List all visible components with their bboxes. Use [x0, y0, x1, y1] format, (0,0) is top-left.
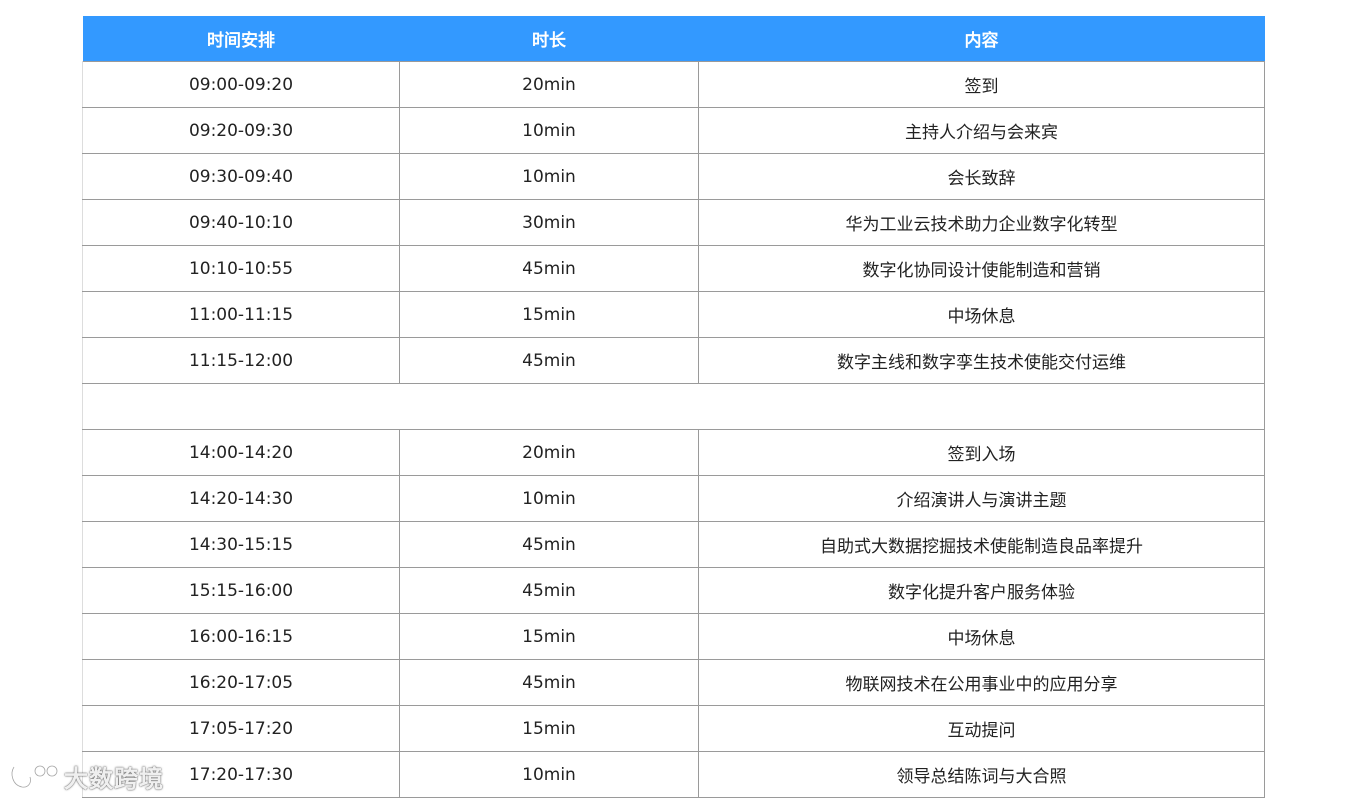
duration-cell: 10min	[399, 107, 699, 154]
table-row: 09:20-09:30 10min 主持人介绍与会来宾	[82, 107, 1265, 154]
schedule-table: 时间安排 时长 内容 09:00-09:20 20min 签到 09:20-09…	[82, 16, 1265, 798]
time-cell: 16:20-17:05	[82, 659, 400, 706]
time-cell: 15:15-16:00	[82, 567, 400, 614]
table-row: 10:10-10:55 45min 数字化协同设计使能制造和营销	[82, 245, 1265, 292]
table-row: 09:30-09:40 10min 会长致辞	[82, 153, 1265, 200]
duration-cell: 15min	[399, 705, 699, 752]
content-cell: 主持人介绍与会来宾	[698, 107, 1265, 154]
content-cell: 会长致辞	[698, 153, 1265, 200]
time-cell: 16:00-16:15	[82, 613, 400, 660]
time-cell: 11:00-11:15	[82, 291, 400, 338]
content-cell: 领导总结陈词与大合照	[698, 751, 1265, 798]
time-cell: 09:30-09:40	[82, 153, 400, 200]
table-row: 16:20-17:05 45min 物联网技术在公用事业中的应用分享	[82, 659, 1265, 706]
content-cell: 华为工业云技术助力企业数字化转型	[698, 199, 1265, 246]
watermark: 大数跨境	[8, 758, 164, 794]
lunch-break-row	[82, 383, 1265, 430]
duration-cell: 20min	[399, 429, 699, 476]
time-cell: 14:30-15:15	[82, 521, 400, 568]
duration-cell: 45min	[399, 659, 699, 706]
table-row: 09:40-10:10 30min 华为工业云技术助力企业数字化转型	[82, 199, 1265, 246]
brand-logo-icon	[10, 763, 59, 789]
content-cell: 物联网技术在公用事业中的应用分享	[698, 659, 1265, 706]
duration-cell: 10min	[399, 751, 699, 798]
time-cell: 09:00-09:20	[82, 61, 400, 108]
content-cell: 签到入场	[698, 429, 1265, 476]
time-cell: 11:15-12:00	[82, 337, 400, 384]
table-row: 17:05-17:20 15min 互动提问	[82, 705, 1265, 752]
time-cell: 14:20-14:30	[82, 475, 400, 522]
duration-cell: 15min	[399, 291, 699, 338]
time-cell: 09:40-10:10	[82, 199, 400, 246]
duration-cell: 10min	[399, 475, 699, 522]
table-row: 14:30-15:15 45min 自助式大数据挖掘技术使能制造良品率提升	[82, 521, 1265, 568]
schedule-body: 09:00-09:20 20min 签到 09:20-09:30 10min 主…	[82, 61, 1265, 798]
content-cell: 中场休息	[698, 291, 1265, 338]
table-row: 09:00-09:20 20min 签到	[82, 61, 1265, 108]
content-cell: 数字主线和数字孪生技术使能交付运维	[698, 337, 1265, 384]
content-cell: 介绍演讲人与演讲主题	[698, 475, 1265, 522]
duration-cell: 45min	[399, 337, 699, 384]
duration-cell: 45min	[399, 245, 699, 292]
header-time: 时间安排	[82, 16, 400, 62]
content-cell: 互动提问	[698, 705, 1265, 752]
duration-cell: 10min	[399, 153, 699, 200]
duration-cell: 45min	[399, 567, 699, 614]
time-cell: 09:20-09:30	[82, 107, 400, 154]
header-content: 内容	[698, 16, 1265, 62]
duration-cell: 15min	[399, 613, 699, 660]
duration-cell: 45min	[399, 521, 699, 568]
content-cell: 签到	[698, 61, 1265, 108]
duration-cell: 20min	[399, 61, 699, 108]
table-row: 17:20-17:30 10min 领导总结陈词与大合照	[82, 751, 1265, 798]
header-duration: 时长	[399, 16, 699, 62]
table-row: 16:00-16:15 15min 中场休息	[82, 613, 1265, 660]
content-cell: 自助式大数据挖掘技术使能制造良品率提升	[698, 521, 1265, 568]
content-cell: 数字化协同设计使能制造和营销	[698, 245, 1265, 292]
header-row: 时间安排 时长 内容	[82, 16, 1265, 62]
content-cell: 数字化提升客户服务体验	[698, 567, 1265, 614]
lunch-break-cell	[82, 383, 1265, 430]
time-cell: 10:10-10:55	[82, 245, 400, 292]
duration-cell: 30min	[399, 199, 699, 246]
time-cell: 14:00-14:20	[82, 429, 400, 476]
watermark-text: 大数跨境	[64, 764, 164, 793]
time-cell: 17:05-17:20	[82, 705, 400, 752]
table-row: 11:00-11:15 15min 中场休息	[82, 291, 1265, 338]
table-row: 11:15-12:00 45min 数字主线和数字孪生技术使能交付运维	[82, 337, 1265, 384]
table-row: 14:00-14:20 20min 签到入场	[82, 429, 1265, 476]
table-row: 15:15-16:00 45min 数字化提升客户服务体验	[82, 567, 1265, 614]
content-cell: 中场休息	[698, 613, 1265, 660]
table-row: 14:20-14:30 10min 介绍演讲人与演讲主题	[82, 475, 1265, 522]
